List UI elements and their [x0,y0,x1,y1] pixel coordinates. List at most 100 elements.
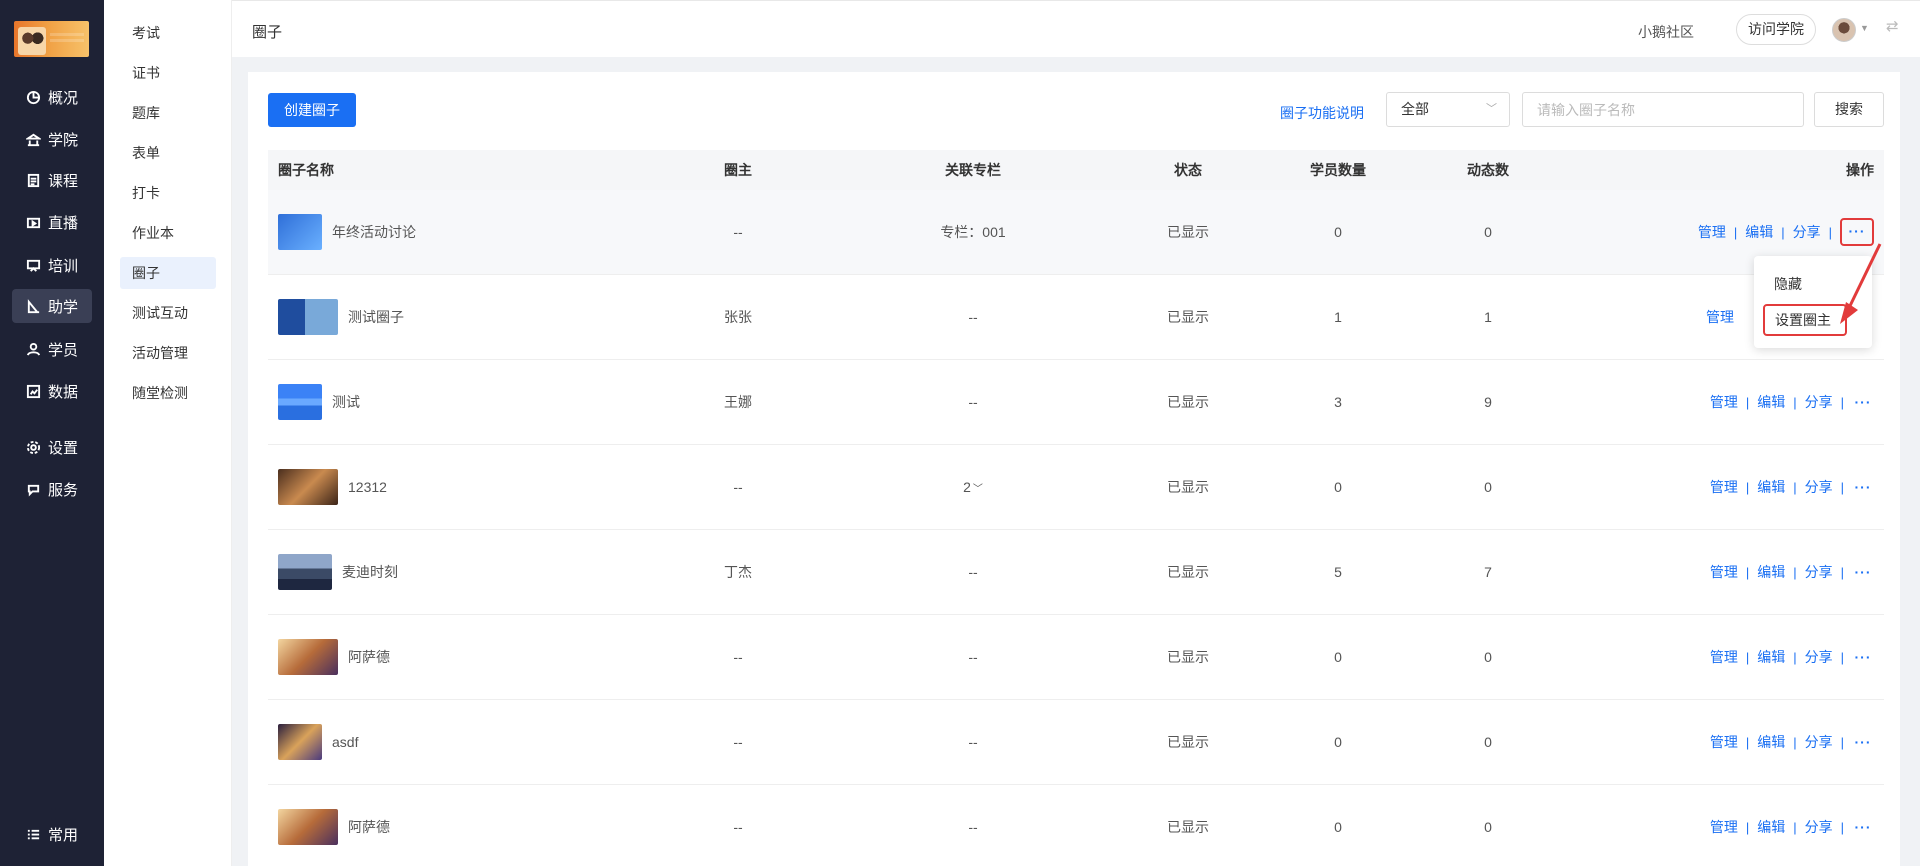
cell-owner: 张张 [724,309,752,325]
community-link[interactable]: 小鹅社区 [1638,22,1694,42]
more-actions-icon[interactable]: ··· [1852,479,1874,495]
nav-item-study-aid[interactable]: 助学 [12,289,92,323]
circle-name: 12312 [348,479,387,495]
share-link[interactable]: 分享 [1805,392,1833,412]
circle-thumbnail [278,214,322,250]
more-actions-icon[interactable]: ··· [1852,734,1874,750]
cell-status: 已显示 [1167,309,1209,325]
cell-posts: 9 [1484,394,1492,410]
cell-owner: -- [733,819,743,835]
data-icon [26,383,42,399]
avatar[interactable] [1832,18,1856,42]
share-link[interactable]: 分享 [1805,817,1833,837]
list-icon [26,826,42,842]
more-actions-icon[interactable]: ··· [1852,394,1874,410]
share-link[interactable]: 分享 [1805,732,1833,752]
training-icon [26,257,42,273]
share-link[interactable]: 分享 [1805,477,1833,497]
chevron-down-icon: ﹀ [1486,103,1497,115]
nav-item-data[interactable]: 数据 [12,374,92,408]
cell-members: 0 [1334,734,1342,750]
main-nav: 概况 学院 课程 直播 培训 助学 学员 数据 设置 服务 常用 [0,0,104,866]
more-actions-icon[interactable]: ··· [1840,218,1874,246]
hide-circle-option[interactable]: 隐藏 [1774,274,1802,294]
manage-link[interactable]: 管理 [1710,647,1738,667]
switch-icon[interactable]: ⇄ [1886,19,1902,35]
status-filter-select[interactable]: 全部 ﹀ [1386,92,1510,127]
manage-link[interactable]: 管理 [1710,562,1738,582]
search-button[interactable]: 搜索 [1814,92,1884,127]
submenu-item-certificate[interactable]: 证书 [120,57,216,89]
cell-posts: 7 [1484,564,1492,580]
submenu-item-exam[interactable]: 考试 [120,17,216,49]
nav-item-live[interactable]: 直播 [12,205,92,239]
more-actions-icon[interactable]: ··· [1852,819,1874,835]
visit-academy-button[interactable]: 访问学院 [1736,14,1816,45]
submenu-item-activity-management[interactable]: 活动管理 [120,337,216,369]
header-name: 圈子名称 [278,162,334,178]
brand-logo[interactable] [14,21,89,57]
cell-ops: 管理 | 编辑 | 分享 | ··· [1710,530,1874,614]
cell-members: 0 [1334,479,1342,495]
nav-item-academy[interactable]: 学院 [12,122,92,156]
cell-owner: 王娜 [724,394,752,410]
edit-link[interactable]: 编辑 [1757,732,1785,752]
nav-item-students[interactable]: 学员 [12,332,92,366]
cell-owner: -- [733,734,743,750]
manage-link[interactable]: 管理 [1698,222,1726,242]
nav-item-course[interactable]: 课程 [12,163,92,197]
submenu-item-question-bank[interactable]: 题库 [120,97,216,129]
table-row: 测试圈子 张张 -- 已显示 1 1 管理 [268,275,1884,360]
submenu-item-test-interaction[interactable]: 测试互动 [120,297,216,329]
edit-link[interactable]: 编辑 [1757,562,1785,582]
circle-search-input[interactable] [1522,92,1804,127]
manage-link[interactable]: 管理 [1706,307,1734,327]
cell-column: -- [968,309,978,325]
cell-posts: 0 [1484,649,1492,665]
edit-link[interactable]: 编辑 [1757,817,1785,837]
cell-members: 0 [1334,819,1342,835]
cell-name: 阿萨德 [278,615,698,699]
nav-item-overview[interactable]: 概况 [12,80,92,114]
manage-link[interactable]: 管理 [1710,477,1738,497]
share-link[interactable]: 分享 [1793,222,1821,242]
submenu-item-homework[interactable]: 作业本 [120,217,216,249]
nav-item-common[interactable]: 常用 [12,817,92,851]
circle-thumbnail [278,809,338,845]
cell-owner: 丁杰 [724,564,752,580]
manage-link[interactable]: 管理 [1710,817,1738,837]
manage-link[interactable]: 管理 [1710,732,1738,752]
manage-link[interactable]: 管理 [1710,392,1738,412]
caret-down-icon[interactable]: ▼ [1860,23,1869,33]
share-link[interactable]: 分享 [1805,562,1833,582]
submenu-item-checkin[interactable]: 打卡 [120,177,216,209]
circle-thumbnail [278,469,338,505]
share-link[interactable]: 分享 [1805,647,1833,667]
cell-members: 1 [1334,309,1342,325]
header-members: 学员数量 [1310,162,1366,178]
live-icon [26,214,42,230]
nav-item-training[interactable]: 培训 [12,248,92,282]
document-icon [26,172,42,188]
edit-link[interactable]: 编辑 [1745,222,1773,242]
edit-link[interactable]: 编辑 [1757,392,1785,412]
create-circle-button[interactable]: 创建圈子 [268,93,356,127]
nav-item-service[interactable]: 服务 [12,472,92,506]
edit-link[interactable]: 编辑 [1757,477,1785,497]
more-actions-icon[interactable]: ··· [1852,564,1874,580]
submenu-item-circle[interactable]: 圈子 [120,257,216,289]
circle-help-link[interactable]: 圈子功能说明 [1280,103,1364,123]
circle-name: 测试 [332,394,360,410]
table-header: 圈子名称 圈主 关联专栏 状态 学员数量 动态数 操作 [268,150,1884,190]
more-actions-icon[interactable]: ··· [1852,649,1874,665]
set-owner-option[interactable]: 设置圈主 [1763,304,1847,336]
table-row: 12312 -- 2 ﹀ 已显示 0 0 管理 | 编辑 | 分享 | ··· [268,445,1884,530]
chevron-down-icon[interactable]: ﹀ [973,480,983,495]
cell-column: -- [968,564,978,580]
nav-item-settings[interactable]: 设置 [12,430,92,464]
submenu-item-in-class-test[interactable]: 随堂检测 [120,377,216,409]
cell-owner: -- [733,479,743,495]
cell-name: 测试 [278,360,698,444]
submenu-item-form[interactable]: 表单 [120,137,216,169]
edit-link[interactable]: 编辑 [1757,647,1785,667]
